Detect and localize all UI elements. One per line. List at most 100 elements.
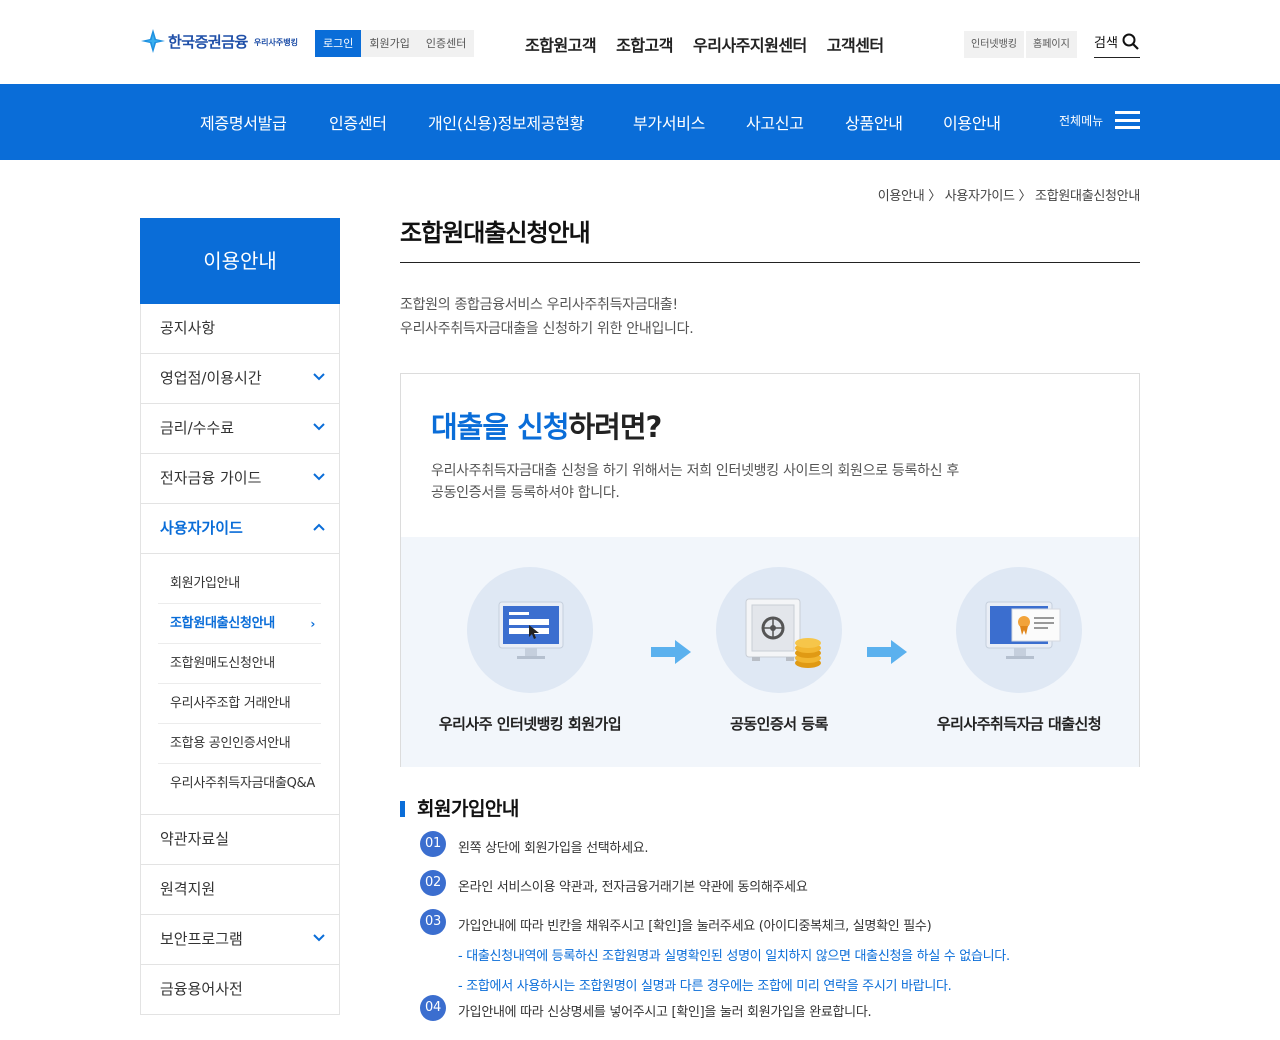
sidebar-item-label: 원격지원 xyxy=(160,880,216,898)
sidebar-item-user-guide[interactable]: 사용자가이드 xyxy=(140,504,340,554)
nav-personal-info[interactable]: 개인(신용)정보제공현황 xyxy=(428,110,584,134)
card-desc-line: 우리사주취득자금대출 신청을 하기 위해서는 저희 인터넷뱅킹 사이트의 회원으… xyxy=(431,463,959,479)
submenu-item-label: 조합원대출신청안내 xyxy=(170,616,275,631)
submenu-item-cert-guide[interactable]: 조합용 공인인증서안내 xyxy=(158,724,321,764)
step-number-badge: 01 xyxy=(420,831,446,857)
nav-accident-report[interactable]: 사고신고 xyxy=(746,110,804,134)
monitor-certificate-icon xyxy=(985,601,1061,659)
steps-panel: 우리사주 인터넷뱅킹 회원가입 공동인증서 등록 우리사주취득자금 대출신청 xyxy=(401,537,1139,767)
brand-sub: 우리사주뱅킹 xyxy=(253,38,298,47)
nav-products[interactable]: 상품안내 xyxy=(845,110,903,134)
card-title-rest: 하려면? xyxy=(568,410,663,444)
step-number-badge: 02 xyxy=(420,870,446,896)
submenu-item-join-guide[interactable]: 회원가입안내 xyxy=(158,564,321,604)
brand-mark-icon xyxy=(141,29,165,53)
join-guide-list: 01 왼쪽 상단에 회원가입을 선택하세요. 02 온라인 서비스이용 약관과,… xyxy=(400,831,1140,1040)
nav-usage-guide[interactable]: 이용안내 xyxy=(943,110,1001,134)
intro-line: 조합원의 종합금융서비스 우리사주취득자금대출! xyxy=(400,297,678,313)
list-item: 01 왼쪽 상단에 회원가입을 선택하세요. xyxy=(400,831,1140,876)
sidebar-item-label: 금리/수수료 xyxy=(160,419,235,437)
search-icon xyxy=(1122,33,1139,50)
brand-logo[interactable]: 한국증권금융 우리사주뱅킹 xyxy=(141,28,298,54)
right-util-links: 인터넷뱅킹 홈페이지 xyxy=(964,31,1077,58)
join-button[interactable]: 회원가입 xyxy=(361,30,418,57)
guide-text: 가입안내에 따라 신상명세를 넣어주시고 [확인]을 눌러 회원가입을 완료합니… xyxy=(458,1005,872,1020)
sidebar-item-label: 영업점/이용시간 xyxy=(160,369,262,387)
chevron-up-icon xyxy=(313,523,325,531)
intro-text: 조합원의 종합금융서비스 우리사주취득자금대출! 우리사주취득자금대출을 신청하… xyxy=(400,293,1140,341)
main-content: 조합원대출신청안내 조합원의 종합금융서비스 우리사주취득자금대출! 우리사주취… xyxy=(400,210,1140,1040)
step-number-badge: 03 xyxy=(420,909,446,935)
breadcrumb: 이용안내 〉 사용자가이드 〉 조합원대출신청안내 xyxy=(877,189,1141,204)
sidebar-item-label: 보안프로그램 xyxy=(160,930,243,948)
sidebar-item-branch-hours[interactable]: 영업점/이용시간 xyxy=(140,354,340,404)
nav-cert-center[interactable]: 인증센터 xyxy=(329,110,387,134)
sidebar-submenu: 회원가입안내 조합원대출신청안내 › 조합원매도신청안내 우리사주조합 거래안내… xyxy=(140,554,340,815)
top-header: 한국증권금융 우리사주뱅킹 로그인 회원가입 인증센터 조합원고객 조합고객 우… xyxy=(0,0,1280,84)
step-circle xyxy=(956,567,1082,693)
guide-text: 온라인 서비스이용 약관과, 전자금융거래기본 약관에 동의해주세요 xyxy=(458,880,808,895)
arrow-right-icon xyxy=(651,640,691,664)
internet-banking-link[interactable]: 인터넷뱅킹 xyxy=(964,31,1024,58)
sidebar-item-label: 약관자료실 xyxy=(160,830,230,848)
guide-text: 왼쪽 상단에 회원가입을 선택하세요. xyxy=(458,841,649,856)
sidebar-item-terms[interactable]: 약관자료실 xyxy=(140,815,340,865)
step-label: 우리사주 인터넷뱅킹 회원가입 xyxy=(438,715,622,733)
gnb-union-customer[interactable]: 조합고객 xyxy=(616,32,673,56)
card-title-highlight: 대출을 신청 xyxy=(431,410,569,444)
card-title: 대출을 신청하려면? xyxy=(431,404,663,446)
cert-center-button[interactable]: 인증센터 xyxy=(417,30,475,57)
card-description: 우리사주취득자금대출 신청을 하기 위해서는 저희 인터넷뱅킹 사이트의 회원으… xyxy=(431,460,959,504)
page-title: 조합원대출신청안내 xyxy=(400,210,1140,263)
login-button[interactable]: 로그인 xyxy=(315,30,362,57)
submenu-item-loan-guide[interactable]: 조합원대출신청안내 › xyxy=(158,604,321,644)
homepage-link[interactable]: 홈페이지 xyxy=(1026,31,1077,58)
sidebar-item-notice[interactable]: 공지사항 xyxy=(140,304,340,354)
chevron-down-icon xyxy=(313,423,325,431)
sidebar-item-label: 공지사항 xyxy=(160,319,216,337)
submenu-item-sell-guide[interactable]: 조합원매도신청안내 xyxy=(158,644,321,684)
all-menu-label: 전체메뉴 xyxy=(1059,113,1104,128)
step-circle xyxy=(467,567,593,693)
intro-line: 우리사주취득자금대출을 신청하기 위한 안내입니다. xyxy=(400,321,694,337)
chevron-right-icon: › xyxy=(310,617,315,631)
loan-apply-card: 대출을 신청하려면? 우리사주취득자금대출 신청을 하기 위해서는 저희 인터넷… xyxy=(400,373,1140,767)
guide-text: 가입안내에 따라 빈칸을 채워주시고 [확인]을 눌러주세요 (아이디중복체크,… xyxy=(458,919,932,934)
sidebar-item-label: 사용자가이드 xyxy=(160,519,243,537)
all-menu-button[interactable]: 전체메뉴 xyxy=(1059,111,1141,129)
sidebar-item-efinance-guide[interactable]: 전자금융 가이드 xyxy=(140,454,340,504)
gnb-member-customer[interactable]: 조합원고객 xyxy=(525,32,597,56)
list-item: 04 가입안내에 따라 신상명세를 넣어주시고 [확인]을 눌러 회원가입을 완… xyxy=(400,995,1140,1040)
sidebar-item-rate-fee[interactable]: 금리/수수료 xyxy=(140,404,340,454)
step-number-badge: 04 xyxy=(420,995,446,1021)
safe-coins-icon xyxy=(745,598,821,668)
chevron-down-icon xyxy=(313,473,325,481)
gnb-customer-center[interactable]: 고객센터 xyxy=(827,32,884,56)
search-label: 검색 xyxy=(1094,36,1118,51)
nav-certificate-issue[interactable]: 제증명서발급 xyxy=(200,110,287,134)
step-label: 우리사주취득자금 대출신청 xyxy=(936,715,1102,733)
sidebar-item-label: 금융용어사전 xyxy=(160,980,243,998)
section-title: 회원가입안내 xyxy=(400,797,1140,821)
list-item: 03 가입안내에 따라 빈칸을 채워주시고 [확인]을 눌러주세요 (아이디중복… xyxy=(400,909,1140,1001)
gnb-esop-support[interactable]: 우리사주지원센터 xyxy=(693,32,807,56)
sidebar-item-label: 전자금융 가이드 xyxy=(160,469,262,487)
sidebar: 이용안내 공지사항 영업점/이용시간 금리/수수료 전자금융 가이드 사용자가이… xyxy=(140,218,340,1015)
chevron-down-icon xyxy=(313,934,325,942)
sidebar-item-security-program[interactable]: 보안프로그램 xyxy=(140,915,340,965)
submenu-item-loan-qna[interactable]: 우리사주취득자금대출Q&A xyxy=(158,764,321,804)
hamburger-icon xyxy=(1115,111,1141,129)
sidebar-item-glossary[interactable]: 금융용어사전 xyxy=(140,965,340,1015)
guide-note: 조합에서 사용하시는 조합원명이 실명과 다른 경우에는 조합에 미리 연락을 … xyxy=(458,975,1140,994)
main-navbar: 제증명서발급 인증센터 개인(신용)정보제공현황 부가서비스 사고신고 상품안내… xyxy=(0,84,1280,160)
step-circle xyxy=(716,567,842,693)
nav-extra-service[interactable]: 부가서비스 xyxy=(633,110,705,134)
sidebar-title: 이용안내 xyxy=(140,218,340,304)
chevron-down-icon xyxy=(313,373,325,381)
sidebar-item-remote-support[interactable]: 원격지원 xyxy=(140,865,340,915)
global-nav: 조합원고객 조합고객 우리사주지원센터 고객센터 xyxy=(525,32,884,56)
list-item: 02 온라인 서비스이용 약관과, 전자금융거래기본 약관에 동의해주세요 xyxy=(400,870,1140,915)
step-label: 공동인증서 등록 xyxy=(730,715,828,733)
search-button[interactable]: 검색 xyxy=(1094,32,1140,58)
submenu-item-trade-guide[interactable]: 우리사주조합 거래안내 xyxy=(158,684,321,724)
